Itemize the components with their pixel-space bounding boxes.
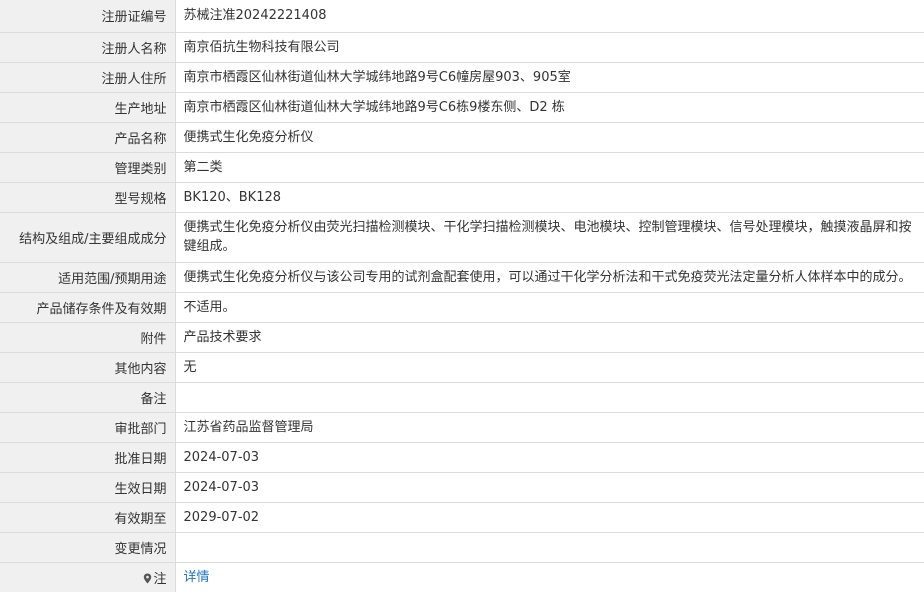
label-remarks: 备注: [0, 382, 176, 412]
row-production-address: 生产地址 南京市栖霞区仙林街道仙林大学城纬地路9号C6栋9楼东侧、D2 栋: [0, 92, 924, 122]
value-model-spec: BK120、BK128: [183, 189, 282, 205]
label-registration-number: 注册证编号: [0, 0, 176, 32]
value-production-address: 南京市栖霞区仙林街道仙林大学城纬地路9号C6栋9楼东侧、D2 栋: [183, 99, 565, 115]
label-note-cell: 注: [0, 562, 176, 592]
map-pin-icon: [143, 573, 152, 584]
value-registrant-address: 南京市栖霞区仙林街道仙林大学城纬地路9号C6幢房屋903、905室: [183, 69, 571, 85]
value-attachment: 产品技术要求: [183, 329, 262, 345]
value-change-status: [175, 532, 924, 562]
value-approval-date: 2024-07-03: [183, 449, 260, 465]
row-management-category: 管理类别 第二类: [0, 152, 924, 182]
label-management-category: 管理类别: [0, 152, 176, 182]
label-production-address: 生产地址: [0, 92, 176, 122]
label-intended-use: 适用范围/预期用途: [0, 262, 176, 292]
label-registrant-address: 注册人住所: [0, 62, 176, 92]
row-approval-department: 审批部门 江苏省药品监督管理局: [0, 412, 924, 442]
value-registrant-name: 南京佰抗生物科技有限公司: [183, 39, 340, 55]
row-product-name: 产品名称 便携式生化免疫分析仪: [0, 122, 924, 152]
note-label: 注: [153, 571, 167, 587]
row-effective-date: 生效日期 2024-07-03: [0, 472, 924, 502]
label-valid-until: 有效期至: [0, 502, 176, 532]
value-intended-use: 便携式生化免疫分析仪与该公司专用的试剂盒配套使用，可以通过干化学分析法和干式免疫…: [183, 269, 912, 285]
row-model-spec: 型号规格 BK120、BK128: [0, 182, 924, 212]
value-note: 详情: [175, 562, 924, 592]
label-approval-department: 审批部门: [0, 412, 176, 442]
row-intended-use: 适用范围/预期用途 便携式生化免疫分析仪与该公司专用的试剂盒配套使用，可以通过干…: [0, 262, 924, 292]
label-attachment: 附件: [0, 322, 176, 352]
row-valid-until: 有效期至 2029-07-02: [0, 502, 924, 532]
row-remarks: 备注: [0, 382, 924, 412]
row-registration-number: 注册证编号 苏械注准20242221408: [0, 0, 924, 32]
label-storage-validity: 产品储存条件及有效期: [0, 292, 176, 322]
row-approval-date: 批准日期 2024-07-03: [0, 442, 924, 472]
value-product-name: 便携式生化免疫分析仪: [183, 129, 314, 145]
row-registrant-name: 注册人名称 南京佰抗生物科技有限公司: [0, 32, 924, 62]
label-other-content: 其他内容: [0, 352, 176, 382]
value-storage-validity: 不适用。: [183, 299, 236, 315]
row-attachment: 附件 产品技术要求: [0, 322, 924, 352]
value-structure-composition: 便携式生化免疫分析仪由荧光扫描检测模块、干化学扫描检测模块、电池模块、控制管理模…: [183, 220, 912, 254]
label-product-name: 产品名称: [0, 122, 176, 152]
row-registrant-address: 注册人住所 南京市栖霞区仙林街道仙林大学城纬地路9号C6幢房屋903、905室: [0, 62, 924, 92]
label-structure-composition: 结构及组成/主要组成成分: [0, 212, 176, 262]
value-other-content: 无: [183, 359, 197, 375]
row-other-content: 其他内容 无: [0, 352, 924, 382]
row-change-status: 变更情况: [0, 532, 924, 562]
label-change-status: 变更情况: [0, 532, 176, 562]
value-remarks: [175, 382, 924, 412]
value-effective-date: 2024-07-03: [183, 479, 260, 495]
row-storage-validity: 产品储存条件及有效期 不适用。: [0, 292, 924, 322]
details-link[interactable]: 详情: [184, 570, 210, 585]
value-approval-department: 江苏省药品监督管理局: [183, 419, 314, 435]
label-effective-date: 生效日期: [0, 472, 176, 502]
value-valid-until: 2029-07-02: [183, 509, 260, 525]
label-registrant-name: 注册人名称: [0, 32, 176, 62]
row-structure-composition: 结构及组成/主要组成成分 便携式生化免疫分析仪由荧光扫描检测模块、干化学扫描检测…: [0, 212, 924, 262]
label-model-spec: 型号规格: [0, 182, 176, 212]
label-approval-date: 批准日期: [0, 442, 176, 472]
row-note: 注 详情: [0, 562, 924, 592]
value-management-category: 第二类: [183, 159, 223, 175]
registration-detail-table: 注册证编号 苏械注准20242221408 注册人名称 南京佰抗生物科技有限公司…: [0, 0, 924, 592]
value-registration-number: 苏械注准20242221408: [183, 8, 327, 24]
